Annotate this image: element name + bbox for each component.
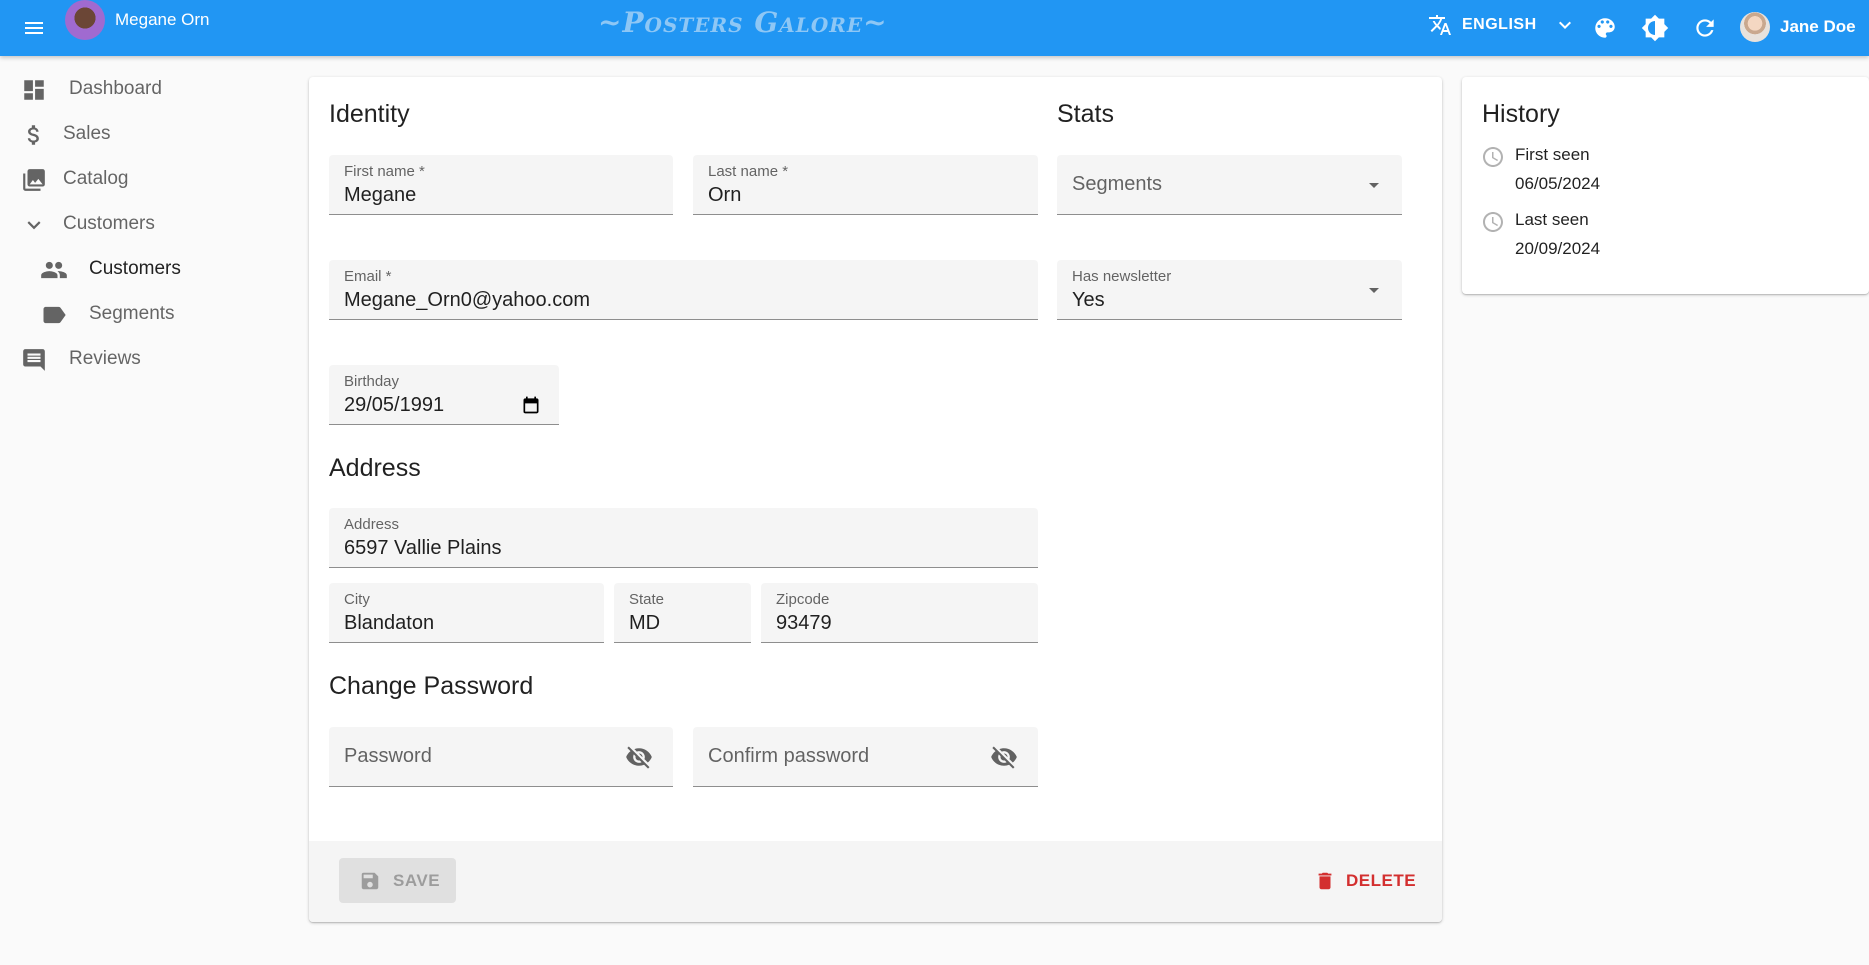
history-card: History First seen 06/05/2024 Last seen … — [1462, 77, 1869, 294]
password-field[interactable]: Password — [329, 727, 673, 787]
palette-icon[interactable] — [1590, 13, 1620, 43]
field-value: 6597 Vallie Plains — [344, 537, 502, 559]
field-value: Blandaton — [344, 612, 435, 634]
clock-icon — [1480, 144, 1506, 170]
dropdown-arrow-icon — [1360, 173, 1388, 197]
people-icon — [40, 256, 68, 284]
last-name-field[interactable]: Last name * Orn — [693, 155, 1038, 215]
sidebar-item-dashboard[interactable]: Dashboard — [0, 66, 290, 111]
field-placeholder: Segments — [1072, 173, 1163, 195]
identity-title: Identity — [329, 100, 410, 128]
visibility-off-icon[interactable] — [990, 745, 1018, 769]
sidebar-item-label: Catalog — [63, 168, 129, 189]
change-password-title: Change Password — [329, 672, 534, 700]
state-field[interactable]: State MD — [614, 583, 751, 643]
brand-logo: ~Posters Galore~ — [598, 6, 888, 39]
clock-icon — [1480, 209, 1506, 235]
history-title: History — [1482, 100, 1560, 128]
address-title: Address — [329, 454, 421, 482]
field-value: Yes — [1072, 289, 1105, 311]
zipcode-field[interactable]: Zipcode 93479 — [761, 583, 1038, 643]
save-label: SAVE — [393, 870, 441, 890]
confirm-password-field[interactable]: Confirm password — [693, 727, 1038, 787]
first-seen-label: First seen — [1515, 145, 1590, 164]
sidebar-item-customers[interactable]: Customers — [0, 246, 290, 291]
image-icon — [20, 166, 48, 194]
translate-icon — [1429, 15, 1451, 35]
sidebar-item-label: Customers — [89, 258, 181, 279]
field-label: State — [629, 591, 665, 608]
delete-label: DELETE — [1346, 870, 1417, 890]
sidebar-item-catalog[interactable]: Catalog — [0, 156, 290, 201]
chevron-down-icon — [1558, 21, 1571, 29]
last-seen-label: Last seen — [1515, 210, 1589, 229]
sidebar-item-sales[interactable]: Sales — [0, 111, 290, 156]
save-button[interactable]: SAVE — [339, 858, 456, 903]
sidebar-item-segments[interactable]: Segments — [0, 291, 290, 336]
field-placeholder: Password — [344, 745, 432, 767]
stats-title: Stats — [1057, 100, 1114, 128]
first-seen-value: 06/05/2024 — [1515, 174, 1601, 193]
label-icon — [40, 301, 68, 329]
record-avatar — [65, 0, 105, 40]
menu-icon[interactable] — [20, 14, 48, 42]
app-bar: Megane Orn ~Posters Galore~ ENGLISH Jane… — [0, 0, 1869, 56]
field-label: First name * — [344, 163, 425, 180]
comment-icon — [20, 346, 48, 374]
dashboard-icon — [20, 76, 48, 104]
save-icon — [361, 872, 379, 889]
field-value: MD — [629, 612, 661, 634]
birthday-field[interactable]: Birthday 29/05/1991 — [329, 365, 559, 425]
field-label: Zipcode — [776, 591, 830, 608]
segments-select[interactable]: Segments — [1057, 155, 1402, 215]
first-name-field[interactable]: First name * Megane — [329, 155, 673, 215]
newsletter-select[interactable]: Has newsletter Yes — [1057, 260, 1402, 320]
sidebar-item-label: Reviews — [69, 348, 141, 369]
form-toolbar: SAVE DELETE — [309, 841, 1442, 922]
refresh-icon[interactable] — [1690, 13, 1720, 43]
calendar-icon[interactable] — [517, 393, 545, 417]
chevron-down-icon — [20, 211, 48, 239]
sidebar-item-label: Customers — [63, 213, 155, 234]
address-field[interactable]: Address 6597 Vallie Plains — [329, 508, 1038, 568]
field-value: Orn — [708, 184, 742, 206]
field-label: Has newsletter — [1072, 268, 1172, 285]
trash-icon — [1318, 872, 1332, 889]
city-field[interactable]: City Blandaton — [329, 583, 604, 643]
language-label: ENGLISH — [1462, 16, 1537, 33]
field-label: Birthday — [344, 373, 400, 390]
record-title: Megane Orn — [115, 10, 210, 29]
field-value: 29/05/1991 — [344, 394, 445, 416]
dollar-icon — [20, 121, 48, 149]
language-selector[interactable]: ENGLISH — [1428, 13, 1577, 37]
last-seen-value: 20/09/2024 — [1515, 239, 1601, 258]
sidebar-item-label: Segments — [89, 303, 175, 324]
email-field[interactable]: Email * Megane_Orn0@yahoo.com — [329, 260, 1038, 320]
brightness-icon[interactable] — [1640, 13, 1670, 43]
user-avatar — [1740, 12, 1770, 42]
user-menu[interactable]: Jane Doe — [1740, 12, 1856, 42]
field-label: Email * — [344, 268, 392, 285]
visibility-off-icon[interactable] — [625, 745, 653, 769]
sidebar-item-label: Sales — [63, 123, 111, 144]
delete-button[interactable]: DELETE — [1314, 858, 1416, 903]
field-value: Megane_Orn0@yahoo.com — [344, 289, 590, 311]
user-name: Jane Doe — [1780, 17, 1856, 36]
sidebar-item-customers-group[interactable]: Customers — [0, 201, 290, 246]
field-placeholder: Confirm password — [708, 745, 870, 767]
sidebar-item-label: Dashboard — [69, 78, 162, 99]
dropdown-arrow-icon — [1360, 278, 1388, 302]
field-label: Address — [344, 516, 400, 533]
field-value: 93479 — [776, 612, 832, 634]
customer-edit-form: Identity First name * Megane Last name *… — [309, 77, 1442, 922]
sidebar-item-reviews[interactable]: Reviews — [0, 336, 290, 381]
field-label: Last name * — [708, 163, 789, 180]
field-value: Megane — [344, 184, 417, 206]
field-label: City — [344, 591, 370, 608]
